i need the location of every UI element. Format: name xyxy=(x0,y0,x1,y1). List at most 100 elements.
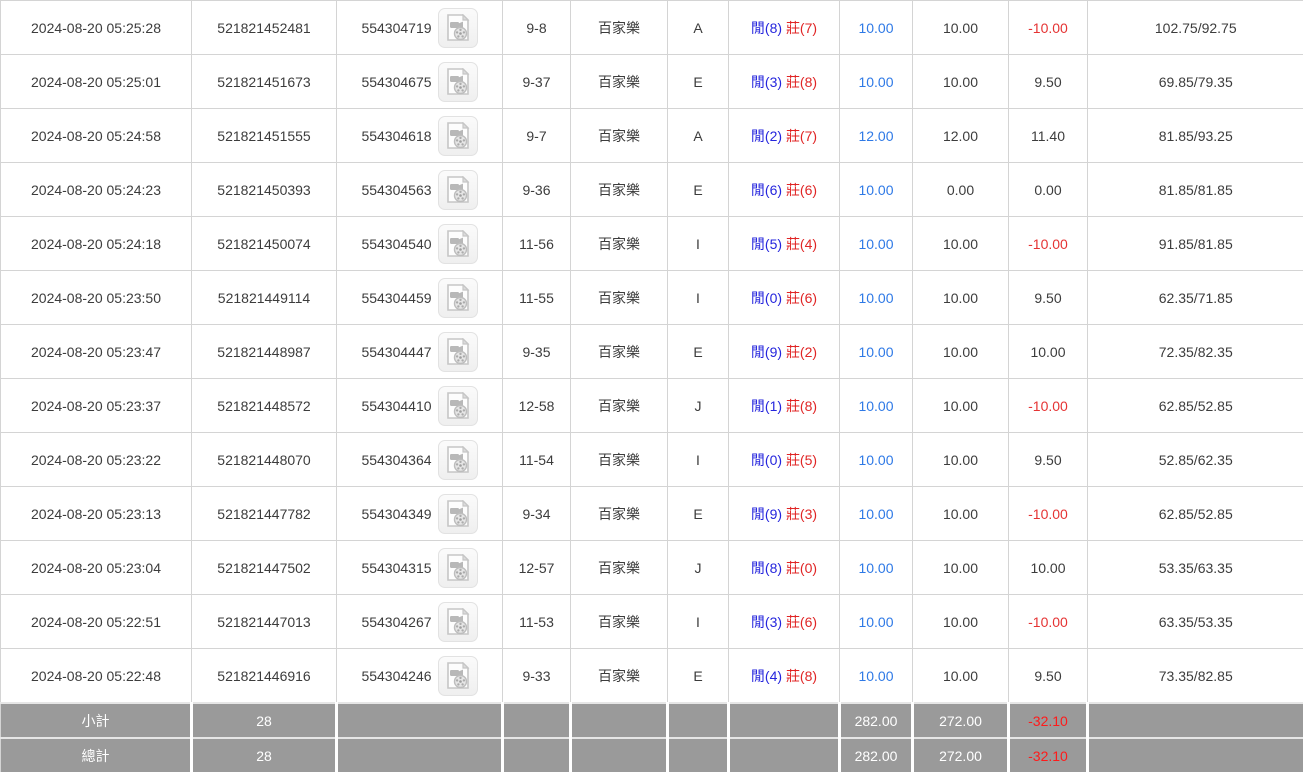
cell-table-code: I xyxy=(668,217,729,271)
cell-table-code: I xyxy=(668,271,729,325)
cell-result: 閒(3) 莊(6) xyxy=(729,595,840,649)
result-player: 閒(8) xyxy=(751,560,782,576)
empty-cell xyxy=(571,703,668,738)
result-player: 閒(4) xyxy=(751,668,782,684)
cell-round-no: 554304540 xyxy=(337,217,503,271)
cell-bet-amount-link[interactable]: 10.00 xyxy=(840,271,913,325)
cell-balance: 53.35/63.35 xyxy=(1088,541,1303,595)
cell-win-loss: 10.00 xyxy=(1009,541,1088,595)
cell-bet-amount-link[interactable]: 10.00 xyxy=(840,217,913,271)
video-replay-button[interactable] xyxy=(438,278,478,318)
cell-valid-bet: 10.00 xyxy=(913,55,1009,109)
cell-win-loss: 9.50 xyxy=(1009,55,1088,109)
cell-result: 閒(0) 莊(6) xyxy=(729,271,840,325)
cell-result: 閒(9) 莊(3) xyxy=(729,487,840,541)
cell-bet-amount-link[interactable]: 10.00 xyxy=(840,487,913,541)
cell-bet-amount-link[interactable]: 10.00 xyxy=(840,541,913,595)
cell-result: 閒(3) 莊(8) xyxy=(729,55,840,109)
video-replay-button[interactable] xyxy=(438,656,478,696)
cell-table-round: 11-55 xyxy=(503,271,571,325)
video-replay-button[interactable] xyxy=(438,170,478,210)
cell-bet-amount-link[interactable]: 10.00 xyxy=(840,649,913,704)
cell-game-name: 百家樂 xyxy=(571,109,668,163)
result-player: 閒(2) xyxy=(751,128,782,144)
result-banker: 莊(8) xyxy=(786,74,817,90)
cell-win-loss: -10.00 xyxy=(1009,379,1088,433)
cell-result: 閒(0) 莊(5) xyxy=(729,433,840,487)
cell-time: 2024-08-20 05:24:58 xyxy=(1,109,192,163)
cell-table-code: A xyxy=(668,1,729,55)
table-row: 2024-08-20 05:22:51 521821447013 5543042… xyxy=(1,595,1303,649)
empty-cell xyxy=(503,703,571,738)
cell-order-no: 521821448070 xyxy=(192,433,337,487)
cell-table-round: 9-37 xyxy=(503,55,571,109)
cell-round-no: 554304719 xyxy=(337,1,503,55)
video-replay-button[interactable] xyxy=(438,8,478,48)
cell-order-no: 521821450074 xyxy=(192,217,337,271)
cell-game-name: 百家樂 xyxy=(571,487,668,541)
cell-result: 閒(8) 莊(0) xyxy=(729,541,840,595)
cell-bet-amount-link[interactable]: 10.00 xyxy=(840,325,913,379)
cell-bet-amount-link[interactable]: 10.00 xyxy=(840,595,913,649)
video-replay-button[interactable] xyxy=(438,386,478,426)
video-replay-button[interactable] xyxy=(438,224,478,264)
total-valid-bet: 272.00 xyxy=(913,738,1009,772)
cell-result: 閒(1) 莊(8) xyxy=(729,379,840,433)
cell-round-no: 554304563 xyxy=(337,163,503,217)
cell-table-round: 9-35 xyxy=(503,325,571,379)
cell-balance: 62.35/71.85 xyxy=(1088,271,1303,325)
cell-bet-amount-link[interactable]: 12.00 xyxy=(840,109,913,163)
round-no: 554304315 xyxy=(361,560,431,576)
cell-valid-bet: 10.00 xyxy=(913,649,1009,704)
video-file-icon xyxy=(446,500,470,528)
cell-table-code: E xyxy=(668,55,729,109)
cell-table-code: A xyxy=(668,109,729,163)
cell-bet-amount-link[interactable]: 10.00 xyxy=(840,163,913,217)
cell-order-no: 521821451673 xyxy=(192,55,337,109)
result-player: 閒(9) xyxy=(751,344,782,360)
round-no: 554304563 xyxy=(361,182,431,198)
cell-time: 2024-08-20 05:25:28 xyxy=(1,1,192,55)
cell-bet-amount-link[interactable]: 10.00 xyxy=(840,379,913,433)
cell-table-round: 9-33 xyxy=(503,649,571,704)
table-row: 2024-08-20 05:23:50 521821449114 5543044… xyxy=(1,271,1303,325)
result-player: 閒(8) xyxy=(751,20,782,36)
video-replay-button[interactable] xyxy=(438,494,478,534)
cell-game-name: 百家樂 xyxy=(571,433,668,487)
video-replay-button[interactable] xyxy=(438,440,478,480)
video-replay-button[interactable] xyxy=(438,548,478,588)
cell-balance: 102.75/92.75 xyxy=(1088,1,1303,55)
round-no: 554304675 xyxy=(361,74,431,90)
video-replay-button[interactable] xyxy=(438,332,478,372)
cell-order-no: 521821447782 xyxy=(192,487,337,541)
cell-game-name: 百家樂 xyxy=(571,595,668,649)
cell-valid-bet: 0.00 xyxy=(913,163,1009,217)
cell-bet-amount-link[interactable]: 10.00 xyxy=(840,433,913,487)
cell-balance: 81.85/93.25 xyxy=(1088,109,1303,163)
cell-round-no: 554304410 xyxy=(337,379,503,433)
empty-cell xyxy=(1088,703,1303,738)
cell-time: 2024-08-20 05:24:18 xyxy=(1,217,192,271)
table-row: 2024-08-20 05:23:37 521821448572 5543044… xyxy=(1,379,1303,433)
table-row: 2024-08-20 05:25:01 521821451673 5543046… xyxy=(1,55,1303,109)
cell-balance: 91.85/81.85 xyxy=(1088,217,1303,271)
total-row: 總計 28 282.00 272.00 -32.10 xyxy=(1,738,1303,772)
cell-win-loss: -10.00 xyxy=(1009,595,1088,649)
cell-valid-bet: 10.00 xyxy=(913,541,1009,595)
cell-bet-amount-link[interactable]: 10.00 xyxy=(840,1,913,55)
cell-game-name: 百家樂 xyxy=(571,217,668,271)
cell-round-no: 554304349 xyxy=(337,487,503,541)
result-banker: 莊(8) xyxy=(786,398,817,414)
video-replay-button[interactable] xyxy=(438,116,478,156)
video-file-icon xyxy=(446,446,470,474)
cell-bet-amount-link[interactable]: 10.00 xyxy=(840,55,913,109)
video-replay-button[interactable] xyxy=(438,62,478,102)
video-file-icon xyxy=(446,554,470,582)
video-replay-button[interactable] xyxy=(438,602,478,642)
total-count: 28 xyxy=(192,738,337,772)
cell-valid-bet: 10.00 xyxy=(913,1,1009,55)
cell-time: 2024-08-20 05:23:47 xyxy=(1,325,192,379)
cell-result: 閒(5) 莊(4) xyxy=(729,217,840,271)
result-player: 閒(0) xyxy=(751,290,782,306)
video-file-icon xyxy=(446,284,470,312)
